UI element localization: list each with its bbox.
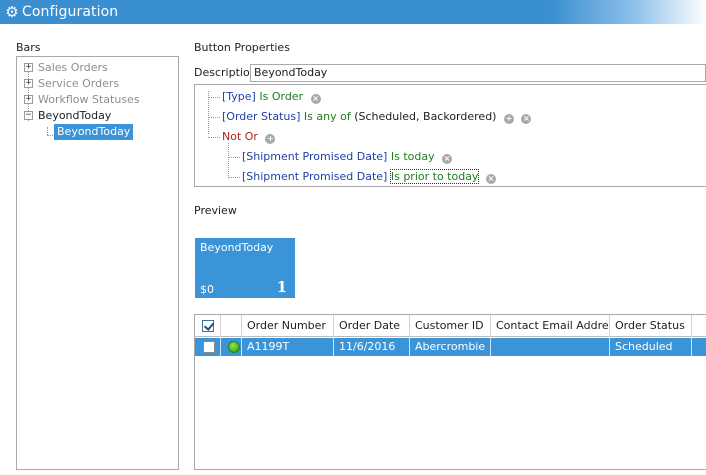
filter-field[interactable]: [Order Status] bbox=[222, 110, 300, 123]
gear-icon: ⚙ bbox=[5, 3, 19, 21]
bars-label: Bars bbox=[16, 41, 41, 54]
filter-operator[interactable]: Is any of bbox=[304, 110, 351, 123]
filter-group-not-or[interactable]: Not Or + bbox=[222, 129, 276, 145]
cell-contact-email[interactable] bbox=[491, 338, 610, 356]
preview-tile[interactable]: BeyondToday $0 1 bbox=[195, 238, 295, 298]
select-all-column[interactable] bbox=[195, 315, 221, 337]
cell-order-date[interactable]: 11/6/2016 bbox=[334, 338, 410, 356]
filter-condition-type[interactable]: [Type] Is Order × bbox=[222, 89, 321, 105]
column-header-overflow[interactable] bbox=[692, 315, 706, 337]
cell-order-number[interactable]: A1199T bbox=[242, 338, 334, 356]
filter-operator[interactable]: Is Order bbox=[259, 90, 303, 103]
description-label: Description bbox=[194, 66, 257, 79]
remove-condition-icon[interactable]: × bbox=[442, 154, 453, 164]
tree-item-beyondtoday-group[interactable]: − BeyondToday bbox=[17, 108, 177, 124]
filter-condition-shipment-today[interactable]: [Shipment Promised Date] Is today × bbox=[242, 149, 453, 165]
tree-item-service-orders[interactable]: + Service Orders bbox=[17, 76, 177, 92]
tree-item-sales-orders[interactable]: + Sales Orders bbox=[17, 60, 177, 76]
filter-operator[interactable]: Is today bbox=[391, 150, 435, 163]
description-input[interactable]: BeyondToday bbox=[250, 64, 706, 82]
expand-icon[interactable]: + bbox=[24, 95, 33, 104]
cell-customer-id[interactable]: Abercrombie bbox=[410, 338, 491, 356]
orders-grid[interactable]: Order Number Order Date Customer ID Cont… bbox=[194, 314, 706, 470]
cell-overflow bbox=[692, 338, 706, 356]
button-properties-label: Button Properties bbox=[194, 41, 290, 54]
tree-item-label: Sales Orders bbox=[38, 61, 108, 74]
expand-icon[interactable]: + bbox=[24, 63, 33, 72]
row-checkbox[interactable] bbox=[203, 341, 215, 353]
column-header-contact-email[interactable]: Contact Email Address bbox=[491, 315, 610, 337]
remove-condition-icon[interactable]: × bbox=[485, 174, 496, 184]
green-status-icon bbox=[228, 341, 240, 353]
filter-field[interactable]: [Shipment Promised Date] bbox=[242, 150, 387, 163]
preview-label: Preview bbox=[194, 204, 237, 217]
filter-condition-order-status[interactable]: [Order Status] Is any of (Scheduled, Bac… bbox=[222, 109, 532, 125]
status-column-header[interactable] bbox=[221, 315, 242, 337]
window-title: Configuration bbox=[22, 4, 119, 20]
filter-editor[interactable]: [Type] Is Order × [Order Status] Is any … bbox=[194, 84, 706, 187]
remove-condition-icon[interactable]: × bbox=[310, 94, 321, 104]
grid-header: Order Number Order Date Customer ID Cont… bbox=[195, 315, 706, 337]
bars-tree[interactable]: + Sales Orders + Service Orders + Workfl… bbox=[16, 56, 179, 470]
filter-group-operator[interactable]: Not Or bbox=[222, 130, 258, 143]
tree-item-beyondtoday[interactable]: BeyondToday bbox=[17, 124, 177, 140]
tree-item-label: BeyondToday bbox=[38, 109, 112, 122]
cell-order-status[interactable]: Scheduled bbox=[610, 338, 692, 356]
tile-count: 1 bbox=[276, 278, 287, 296]
expand-icon[interactable]: + bbox=[24, 79, 33, 88]
filter-field[interactable]: [Shipment Promised Date] bbox=[242, 170, 387, 183]
row-status-cell bbox=[221, 338, 242, 356]
column-header-order-number[interactable]: Order Number bbox=[242, 315, 334, 337]
select-all-checkbox-icon[interactable] bbox=[202, 320, 214, 332]
title-bar: ⚙ Configuration bbox=[0, 0, 706, 24]
collapse-icon[interactable]: − bbox=[24, 111, 33, 120]
filter-operator[interactable]: Is prior to today bbox=[389, 169, 480, 184]
table-row[interactable]: A1199T 11/6/2016 Abercrombie Scheduled bbox=[195, 338, 706, 356]
add-condition-icon[interactable]: + bbox=[265, 134, 276, 144]
column-header-customer-id[interactable]: Customer ID bbox=[410, 315, 491, 337]
add-value-icon[interactable]: + bbox=[503, 114, 514, 124]
remove-condition-icon[interactable]: × bbox=[521, 114, 532, 124]
tree-item-label: Service Orders bbox=[38, 77, 120, 90]
tree-item-label: BeyondToday bbox=[54, 124, 134, 140]
filter-condition-shipment-prior[interactable]: [Shipment Promised Date] Is prior to tod… bbox=[242, 169, 496, 185]
tile-name: BeyondToday bbox=[200, 241, 274, 254]
column-header-order-status[interactable]: Order Status bbox=[610, 315, 692, 337]
row-select-cell[interactable] bbox=[195, 338, 221, 356]
tree-item-workflow-statuses[interactable]: + Workflow Statuses bbox=[17, 92, 177, 108]
tree-item-label: Workflow Statuses bbox=[38, 93, 140, 106]
filter-value[interactable]: (Scheduled, Backordered) bbox=[354, 110, 496, 123]
column-header-order-date[interactable]: Order Date bbox=[334, 315, 410, 337]
tile-amount: $0 bbox=[200, 283, 214, 296]
filter-field[interactable]: [Type] bbox=[222, 90, 256, 103]
